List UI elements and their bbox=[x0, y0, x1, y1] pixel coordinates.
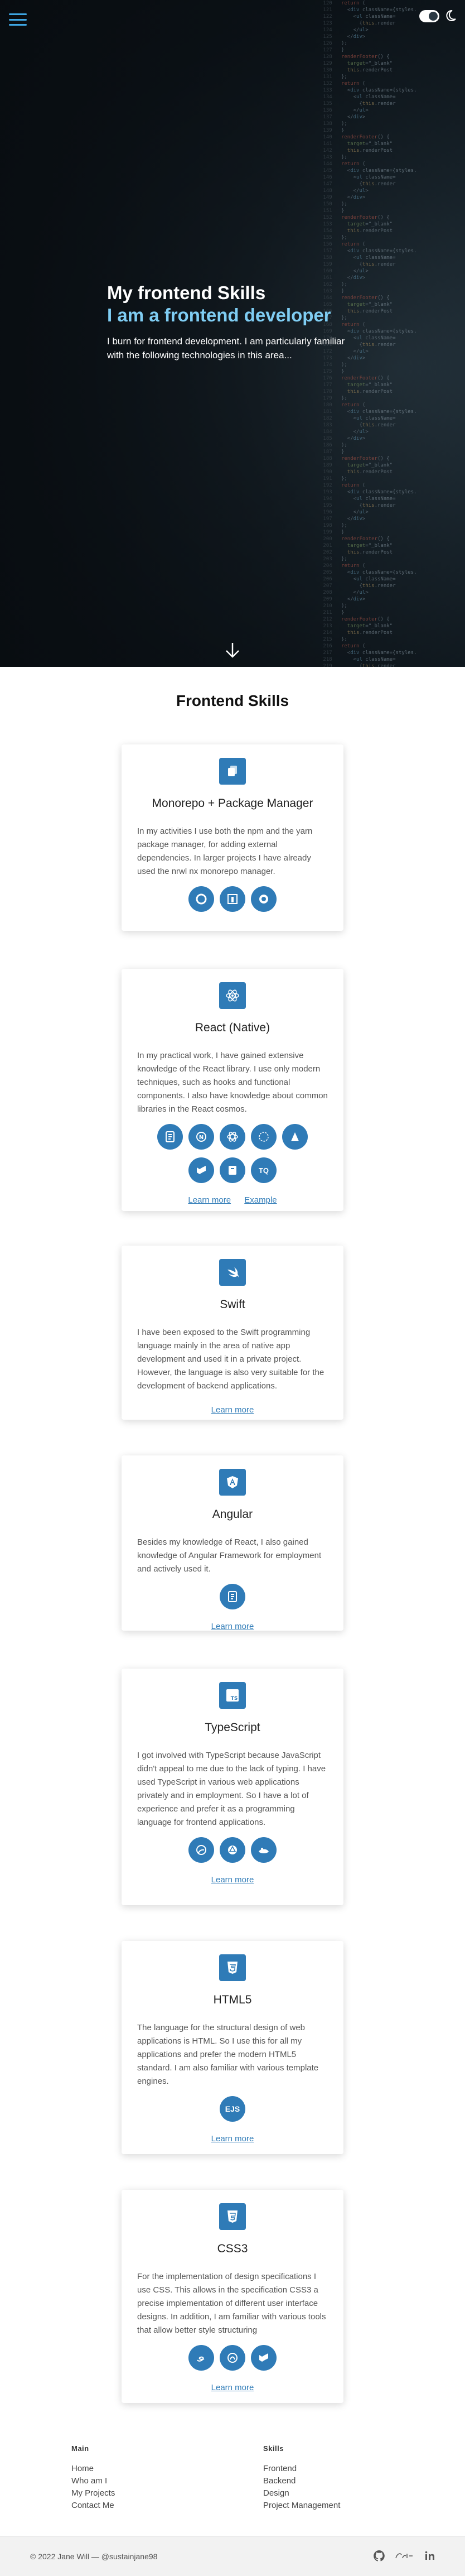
footer-link-frontend[interactable]: Frontend bbox=[263, 2463, 340, 2475]
moon-icon bbox=[446, 9, 456, 21]
card-text: Besides my knowledge of React, I also ga… bbox=[137, 1537, 322, 1574]
learn-more-link[interactable]: Learn more bbox=[211, 2134, 254, 2144]
prisma-icon bbox=[251, 1837, 277, 1863]
menu-icon[interactable] bbox=[9, 13, 27, 26]
copyright: © 2022 Jane Will — @sustainjane98 bbox=[30, 2552, 158, 2561]
mui-icon bbox=[251, 2345, 277, 2371]
typescript-icon: TS bbox=[219, 1682, 246, 1709]
footer-bar: © 2022 Jane Will — @sustainjane98 bbox=[0, 2536, 465, 2576]
footer-heading-main: Main bbox=[71, 2444, 89, 2453]
card-title: Angular bbox=[212, 1508, 253, 1521]
angular-icon bbox=[219, 1469, 246, 1496]
expo-icon bbox=[282, 1124, 308, 1150]
sass-icon bbox=[188, 2345, 214, 2371]
next-icon: N bbox=[188, 1124, 214, 1150]
css3-icon bbox=[219, 2203, 246, 2230]
skill-card-swift: Swift I have been exposed to the Swift p… bbox=[122, 1246, 343, 1420]
card-links: Learn more bbox=[137, 1405, 328, 1415]
card-text: I have been exposed to the Swift program… bbox=[137, 1328, 324, 1391]
graphql-icon bbox=[220, 1837, 245, 1863]
tech-row: EJS bbox=[137, 2096, 328, 2122]
card-text: For the implementation of design specifi… bbox=[137, 2272, 326, 2335]
learn-more-link[interactable]: Learn more bbox=[211, 2383, 254, 2392]
hero-text: I burn for frontend development. I am pa… bbox=[107, 336, 345, 361]
footer-link-project-management[interactable]: Project Management bbox=[263, 2500, 340, 2512]
footer-link-who-am-i[interactable]: Who am I bbox=[71, 2475, 115, 2487]
card-links: Learn more bbox=[137, 2134, 328, 2144]
card-links: Learn more bbox=[137, 2383, 328, 2392]
card-text: The language for the structural design o… bbox=[137, 2023, 319, 2086]
card-title: Monorepo + Package Manager bbox=[152, 797, 313, 810]
skill-card-typescript: TS TypeScript I got involved with TypeSc… bbox=[122, 1669, 343, 1905]
social-links bbox=[372, 2549, 436, 2563]
svg-text:TS: TS bbox=[231, 1696, 238, 1702]
footer-link-design[interactable]: Design bbox=[263, 2487, 340, 2500]
skill-card-angular: Angular Besides my knowledge of React, I… bbox=[122, 1455, 343, 1631]
github-icon[interactable] bbox=[372, 2549, 386, 2563]
footer-heading-skills: Skills bbox=[263, 2444, 284, 2453]
card-title: TypeScript bbox=[205, 1721, 260, 1734]
tech-row: N bbox=[137, 1124, 328, 1150]
svg-text:N: N bbox=[199, 1135, 204, 1141]
card-title: HTML5 bbox=[213, 1993, 252, 2006]
footer-link-my-projects[interactable]: My Projects bbox=[71, 2487, 115, 2500]
gofundme-icon[interactable] bbox=[394, 2549, 416, 2563]
learn-more-link[interactable]: Learn more bbox=[188, 1195, 231, 1205]
skill-card-monorepo: Monorepo + Package Manager In my activit… bbox=[122, 744, 343, 931]
linkedin-icon[interactable] bbox=[424, 2550, 436, 2562]
footer-link-home[interactable]: Home bbox=[71, 2463, 115, 2475]
styled-components-icon bbox=[220, 2345, 245, 2371]
ionic-icon bbox=[220, 1584, 245, 1609]
footer-link-contact-me[interactable]: Contact Me bbox=[71, 2500, 115, 2512]
tech-row bbox=[137, 1584, 328, 1609]
learn-more-link[interactable]: Learn more bbox=[211, 1875, 254, 1885]
tech-row bbox=[137, 2345, 328, 2371]
card-title: CSS3 bbox=[217, 2242, 248, 2255]
card-text: I got involved with TypeScript because J… bbox=[137, 1751, 326, 1827]
hero-content: My frontend Skills I am a frontend devel… bbox=[107, 282, 352, 362]
card-links: Learn more Example bbox=[137, 1195, 328, 1205]
skill-card-css3: CSS3 For the implementation of design sp… bbox=[122, 2190, 343, 2403]
hero-subtitle: I am a frontend developer bbox=[107, 305, 331, 325]
react-icon bbox=[219, 982, 246, 1009]
hero: 120 return ( 121 <div className={styles.… bbox=[0, 0, 465, 667]
react-query-icon: TQ bbox=[251, 1157, 277, 1183]
yarn-icon bbox=[220, 886, 245, 912]
card-title: React (Native) bbox=[195, 1021, 270, 1034]
footer-main-column: Main Home Who am I My Projects Contact M… bbox=[71, 2444, 115, 2512]
skill-card-react: React (Native) In my practical work, I h… bbox=[122, 969, 343, 1211]
section-title: Frontend Skills bbox=[176, 692, 289, 709]
deno-icon bbox=[188, 1837, 214, 1863]
footer-link-backend[interactable]: Backend bbox=[263, 2475, 340, 2487]
nx-icon bbox=[251, 886, 277, 912]
npm-icon bbox=[188, 886, 214, 912]
mui-icon bbox=[188, 1157, 214, 1183]
ejs-icon: EJS bbox=[220, 2096, 245, 2122]
learn-more-link[interactable]: Learn more bbox=[211, 1405, 254, 1415]
tech-row: TQ bbox=[137, 1157, 328, 1183]
card-title: Swift bbox=[220, 1298, 245, 1311]
tech-row bbox=[137, 1837, 328, 1863]
learn-more-link[interactable]: Learn more bbox=[211, 1622, 254, 1631]
package-icon bbox=[219, 758, 246, 785]
footer-navigation: Main Home Who am I My Projects Contact M… bbox=[0, 2444, 465, 2534]
card-links: Learn more bbox=[137, 1875, 328, 1885]
styled-components-icon bbox=[251, 1124, 277, 1150]
redux-icon bbox=[157, 1124, 183, 1150]
card-text: In my practical work, I have gained exte… bbox=[137, 1051, 328, 1114]
swift-icon bbox=[219, 1259, 246, 1286]
example-link[interactable]: Example bbox=[244, 1195, 277, 1205]
react-native-icon bbox=[220, 1124, 245, 1150]
arrow-down-icon[interactable] bbox=[223, 641, 242, 660]
footer-skills-column: Skills Frontend Backend Design Project M… bbox=[263, 2444, 340, 2512]
tech-row bbox=[137, 886, 328, 912]
storybook-icon bbox=[220, 1157, 245, 1183]
skill-card-html5: HTML5 The language for the structural de… bbox=[122, 1941, 343, 2154]
html5-icon bbox=[219, 1954, 246, 1981]
card-text: In my activities I use both the npm and … bbox=[137, 826, 313, 876]
hero-title: My frontend Skills bbox=[107, 282, 266, 303]
theme-toggle[interactable] bbox=[419, 10, 439, 22]
card-links: Learn more bbox=[137, 1622, 328, 1631]
